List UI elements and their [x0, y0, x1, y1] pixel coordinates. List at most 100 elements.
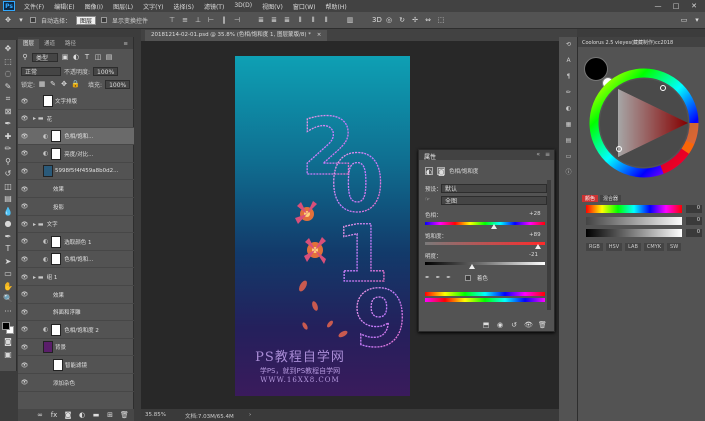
auto-align-icon[interactable]: ▥ [346, 16, 354, 24]
visibility-eye-icon[interactable]: 👁 [20, 238, 29, 245]
blend-mode-dropdown[interactable]: 正常 [21, 66, 61, 76]
saturation-slider[interactable] [425, 242, 545, 245]
visibility-eye-icon[interactable]: 👁 [20, 98, 29, 105]
eyedropper-minus-icon[interactable]: ✒ [446, 275, 451, 281]
visibility-eye-icon[interactable]: 👁 [20, 309, 29, 316]
menu-item[interactable]: 图像(I) [80, 2, 108, 11]
b-channel-slider[interactable] [586, 229, 682, 237]
minimize-button[interactable]: — [649, 0, 667, 12]
visibility-eye-icon[interactable]: 👁 [20, 291, 29, 298]
color-mode-button[interactable]: RGB [586, 243, 603, 251]
zoom-level[interactable]: 35.85% [145, 412, 166, 418]
g-channel-slider[interactable] [586, 217, 682, 225]
visibility-eye-icon[interactable]: 👁 [20, 133, 29, 140]
distribute-top-icon[interactable]: ≣ [257, 16, 265, 24]
opacity-input[interactable]: 100% [93, 66, 119, 76]
crop-tool-icon[interactable]: ⌗ [2, 93, 15, 106]
add-mask-icon[interactable]: ◙ [64, 411, 72, 419]
layer-row[interactable]: 👁 ▸ ▬ 花 [18, 111, 134, 128]
mask-icon[interactable]: ◙ [437, 167, 445, 176]
rectangle-tool-icon[interactable]: ▭ [2, 268, 15, 281]
close-button[interactable]: ✕ [685, 0, 703, 12]
layer-row[interactable]: 👁 斜面和浮雕 [18, 304, 134, 322]
properties-scrollbar[interactable] [547, 180, 551, 310]
r-value[interactable]: 0 [686, 205, 702, 213]
visibility-eye-icon[interactable]: 👁 [20, 326, 29, 333]
g-value[interactable]: 0 [686, 217, 702, 225]
tab-channels[interactable]: 通道 [39, 39, 60, 49]
visibility-eye-icon[interactable]: 👁 [20, 168, 29, 175]
layer-mask-thumbnail[interactable] [51, 147, 62, 160]
3d-pan-icon[interactable]: ✢ [411, 16, 419, 24]
color-mode-button[interactable]: CMYK [643, 243, 665, 251]
distribute-bottom-icon[interactable]: ≣ [283, 16, 291, 24]
distribute-left-icon[interactable]: ⦀ [296, 16, 304, 24]
saturation-slider-knob[interactable] [535, 244, 542, 249]
3d-orbit-icon[interactable]: ◎ [385, 16, 393, 24]
clone-stamp-tool-icon[interactable]: ⚲ [2, 156, 15, 169]
new-adjustment-icon[interactable]: ◐ [78, 411, 86, 419]
lock-position-icon[interactable]: ✥ [60, 80, 68, 88]
layer-row[interactable]: 👁 ◐ 亮度/对比... [18, 146, 134, 163]
zoom-tool-icon[interactable]: 🔍 [2, 293, 15, 306]
adjustments-icon[interactable]: ◐ [559, 101, 578, 117]
show-transform-checkbox[interactable] [101, 17, 108, 23]
b-value[interactable]: 0 [686, 229, 702, 237]
menu-item[interactable]: 编辑(E) [49, 2, 79, 11]
visibility-eye-icon[interactable]: 👁 [20, 150, 29, 157]
close-tab-icon[interactable]: × [317, 32, 322, 38]
r-channel-slider[interactable] [586, 205, 682, 213]
visibility-eye-icon[interactable]: 👁 [20, 221, 29, 228]
menu-item[interactable]: 帮助(H) [321, 2, 352, 11]
distribute-hcenter-icon[interactable]: ⦀ [309, 16, 317, 24]
view-previous-icon[interactable]: ◉ [496, 321, 504, 329]
lasso-tool-icon[interactable]: ◌ [2, 68, 15, 81]
reset-icon[interactable]: ↺ [510, 321, 518, 329]
hue-slider-knob[interactable] [491, 224, 498, 229]
new-layer-icon[interactable]: ⊞ [106, 411, 114, 419]
layer-comps-icon[interactable]: ▭ [559, 149, 578, 165]
visibility-eye-icon[interactable]: 👁 [20, 256, 29, 263]
align-hcenter-icon[interactable]: ‖ [220, 16, 228, 24]
eyedropper-icon[interactable]: ✒ [425, 275, 430, 281]
layer-mask-thumbnail[interactable] [51, 253, 62, 266]
eraser-tool-icon[interactable]: ◫ [2, 181, 15, 194]
align-top-icon[interactable]: ⊤ [168, 16, 176, 24]
delete-adjustment-icon[interactable]: 🗑 [538, 321, 547, 329]
color-swatches[interactable] [1, 320, 15, 336]
lightness-value[interactable]: -21 [529, 252, 538, 258]
distribute-center-icon[interactable]: ≣ [270, 16, 278, 24]
lightness-slider-knob[interactable] [469, 264, 476, 269]
distribute-right-icon[interactable]: ⦀ [322, 16, 330, 24]
lightness-slider[interactable] [425, 262, 545, 265]
status-menu-icon[interactable]: › [249, 412, 251, 418]
quick-select-tool-icon[interactable]: ✎ [2, 81, 15, 94]
fx-icon[interactable]: fx [50, 411, 58, 419]
workspace-dropdown-icon[interactable]: ▾ [693, 16, 701, 24]
layer-thumbnail[interactable] [43, 341, 53, 354]
layer-mask-thumbnail[interactable] [51, 323, 62, 336]
menu-item[interactable]: 文字(Y) [138, 2, 168, 11]
visibility-eye-icon[interactable]: 👁 [20, 203, 29, 210]
menu-item[interactable]: 滤镜(T) [199, 2, 229, 11]
pen-tool-icon[interactable]: ✒ [2, 231, 15, 244]
move-tool-icon[interactable]: ✥ [4, 16, 12, 24]
document-tab[interactable]: 20181214-02-01.psd @ 35.8% (色相/饱和度 1, 图层… [145, 30, 328, 41]
panel-menu-icon[interactable]: ≡ [118, 39, 133, 49]
tab-paths[interactable]: 路径 [60, 39, 81, 49]
3d-roll-icon[interactable]: ↻ [398, 16, 406, 24]
document-canvas[interactable]: 2 0 1 9 [235, 56, 410, 396]
layer-row[interactable]: 👁 ◐ 色相/饱和... [18, 128, 134, 146]
3d-slide-icon[interactable]: ⇔ [424, 16, 432, 24]
auto-select-dropdown[interactable]: 图层 [76, 15, 97, 25]
layer-row[interactable]: 👁 智能滤镜 [18, 357, 134, 374]
delete-layer-icon[interactable]: 🗑 [120, 411, 129, 419]
layer-row[interactable]: 👁 文字排版 [18, 93, 134, 110]
align-right-icon[interactable]: ⊣ [233, 16, 241, 24]
properties-menu-icon[interactable]: ≡ [545, 151, 550, 158]
layer-row[interactable]: 👁 背景 [18, 339, 134, 357]
more-tools-icon[interactable]: ··· [2, 306, 15, 319]
color-mode-button[interactable]: SW [667, 243, 682, 251]
dodge-tool-icon[interactable]: ● [2, 218, 15, 231]
clip-to-layer-icon[interactable]: ⬒ [482, 321, 490, 329]
